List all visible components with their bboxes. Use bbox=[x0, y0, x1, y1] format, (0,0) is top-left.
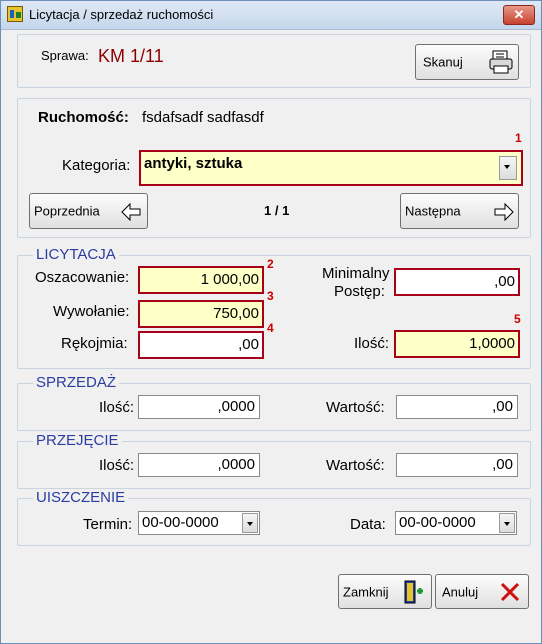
marker-5: 5 bbox=[514, 312, 521, 326]
sale-group-title: SPRZEDAŻ bbox=[33, 374, 120, 391]
min-step-label-line2: Postęp: bbox=[334, 283, 385, 300]
bond-field[interactable]: ,00 bbox=[138, 331, 264, 359]
min-step-label-line1: Minimalny bbox=[322, 265, 390, 282]
page-indicator: 1 / 1 bbox=[264, 203, 290, 218]
marker-4: 4 bbox=[267, 321, 274, 335]
marker-3: 3 bbox=[267, 289, 274, 303]
close-button-label: Zamknij bbox=[343, 584, 389, 599]
takeover-quantity-label: Ilość: bbox=[99, 457, 135, 474]
auction-group-title: LICYTACJA bbox=[33, 246, 119, 263]
next-button[interactable]: Następna bbox=[400, 193, 519, 229]
scan-button[interactable]: Skanuj bbox=[415, 44, 519, 80]
category-label: Kategoria: bbox=[62, 157, 131, 174]
item-panel: Ruchomość: fsdafsadf sadfasdf Kategoria:… bbox=[17, 98, 531, 238]
call-price-field[interactable]: 750,00 bbox=[138, 300, 264, 328]
valuation-field[interactable]: 1 000,00 bbox=[138, 266, 264, 294]
app-icon bbox=[7, 6, 23, 22]
date-label: Data: bbox=[350, 516, 386, 533]
title-bar[interactable]: Licytacja / sprzedaż ruchomości ✕ bbox=[1, 1, 541, 30]
auction-quantity-field[interactable]: 1,0000 bbox=[394, 330, 520, 358]
previous-button[interactable]: Poprzednia bbox=[29, 193, 148, 229]
item-label: Ruchomość: bbox=[38, 109, 129, 126]
auction-quantity-label: Ilość: bbox=[354, 335, 390, 352]
takeover-group-title: PRZEJĘCIE bbox=[33, 432, 122, 449]
sale-value-label: Wartość: bbox=[326, 399, 385, 416]
marker-1: 1 bbox=[515, 131, 522, 145]
sale-value-field[interactable]: ,00 bbox=[396, 395, 518, 419]
payment-date-picker[interactable]: 00-00-0000 bbox=[395, 511, 517, 535]
item-name: fsdafsadf sadfasdf bbox=[142, 109, 264, 126]
dialog-window: Licytacja / sprzedaż ruchomości ✕ Sprawa… bbox=[0, 0, 542, 644]
takeover-value-label: Wartość: bbox=[326, 457, 385, 474]
valuation-label: Oszacowanie: bbox=[35, 269, 130, 286]
term-date-picker[interactable]: 00-00-0000 bbox=[138, 511, 260, 535]
chevron-down-icon[interactable] bbox=[242, 513, 258, 533]
cancel-x-icon bbox=[500, 582, 520, 602]
case-label: Sprawa: bbox=[41, 48, 89, 63]
term-value: 00-00-0000 bbox=[142, 514, 219, 531]
previous-button-label: Poprzednia bbox=[34, 203, 100, 219]
cancel-button-label: Anuluj bbox=[442, 584, 479, 599]
term-label: Termin: bbox=[83, 516, 133, 533]
case-value: KM 1/11 bbox=[98, 46, 164, 66]
sale-quantity-field[interactable]: ,0000 bbox=[138, 395, 260, 419]
marker-2: 2 bbox=[267, 257, 274, 271]
scanner-icon bbox=[489, 50, 513, 74]
exit-door-icon bbox=[404, 580, 423, 604]
close-window-button[interactable]: ✕ bbox=[503, 5, 535, 25]
next-button-label: Następna bbox=[405, 203, 461, 219]
min-step-field[interactable]: ,00 bbox=[394, 268, 520, 296]
window-title: Licytacja / sprzedaż ruchomości bbox=[29, 7, 214, 22]
payment-group-title: UISZCZENIE bbox=[33, 489, 129, 506]
payment-date-value: 00-00-0000 bbox=[399, 514, 476, 531]
bond-label: Rękojmia: bbox=[61, 335, 128, 352]
arrow-right-icon bbox=[494, 202, 514, 222]
close-button[interactable]: Zamknij bbox=[338, 574, 432, 609]
arrow-left-icon bbox=[121, 202, 141, 222]
category-value: antyki, sztuka bbox=[144, 155, 243, 172]
takeover-value-field[interactable]: ,00 bbox=[396, 453, 518, 477]
case-panel: Sprawa: KM 1/11 Skanuj bbox=[17, 34, 531, 88]
category-select[interactable]: antyki, sztuka bbox=[139, 150, 523, 186]
chevron-down-icon[interactable] bbox=[499, 513, 515, 533]
scan-button-label: Skanuj bbox=[423, 54, 463, 70]
chevron-down-icon[interactable] bbox=[499, 156, 517, 180]
sale-quantity-label: Ilość: bbox=[99, 399, 135, 416]
cancel-button[interactable]: Anuluj bbox=[435, 574, 529, 609]
call-price-label: Wywołanie: bbox=[53, 303, 130, 320]
takeover-quantity-field[interactable]: ,0000 bbox=[138, 453, 260, 477]
